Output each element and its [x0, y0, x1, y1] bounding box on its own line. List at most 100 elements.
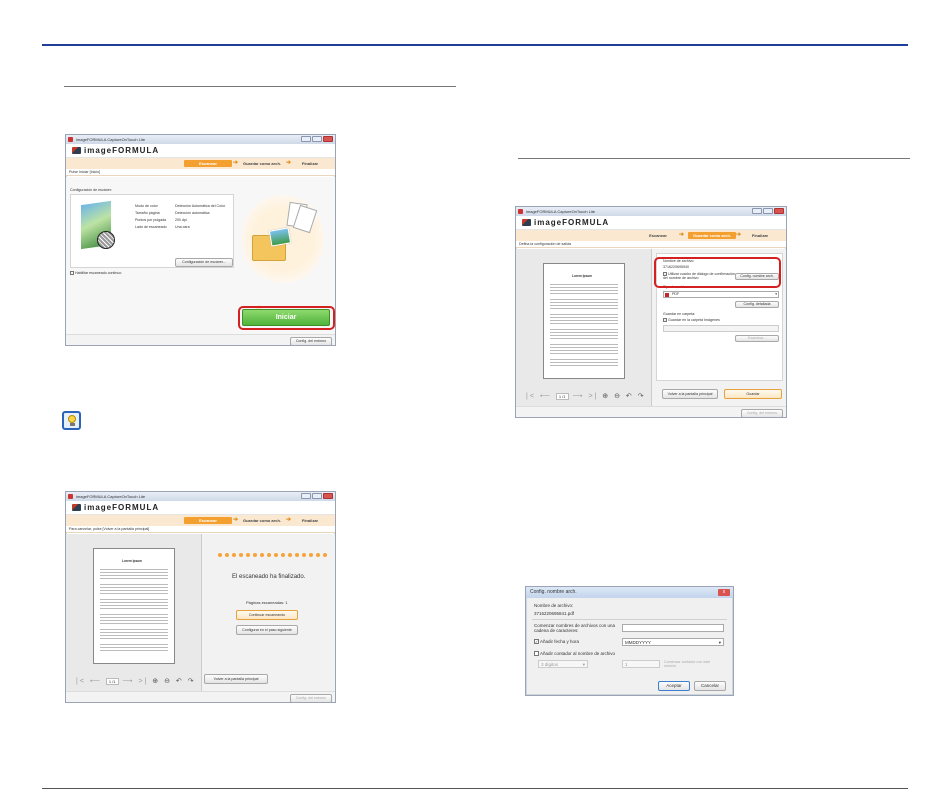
back-main-button[interactable]: Volver a la pantalla principal [662, 389, 718, 399]
dialog-filename-label: Nombre de archivo: [534, 603, 574, 608]
close-icon[interactable] [323, 493, 333, 499]
brand-logo: imageFORMULA [534, 218, 610, 227]
pages-scanned-value: 1 [285, 600, 288, 605]
save-pictures-checkbox[interactable]: Guardar en la carpeta Imágenes [663, 318, 720, 323]
folder-path-input[interactable] [663, 325, 779, 332]
counter-start-input[interactable]: 1 [622, 660, 660, 668]
ok-button[interactable]: Aceptar [658, 681, 690, 691]
minimize-icon[interactable] [301, 493, 311, 499]
config-heading: Configuración de escáner: [70, 188, 112, 192]
separator [532, 619, 727, 620]
date-format-value: MMDDYYYY [625, 640, 652, 645]
highlight-filename-settings [654, 257, 781, 288]
digits-select[interactable]: 3 dígitos ▾ [538, 660, 588, 668]
maximize-icon[interactable] [312, 493, 322, 499]
maximize-icon[interactable] [763, 208, 773, 214]
date-format-select[interactable]: MMDDYYYY ▾ [622, 638, 724, 646]
arrow-right-icon: ➔ [679, 232, 685, 238]
page-input[interactable]: 1 /1 [555, 393, 569, 400]
step-finish: Finalizar [301, 518, 319, 523]
next-step-button[interactable]: Configurar en el paso siguiente [236, 625, 298, 635]
browse-button[interactable]: Examinar... [735, 335, 779, 342]
section-rule-right [518, 158, 910, 159]
page-bottom-rule [42, 788, 908, 789]
step-save: Guardar como arch. [242, 161, 281, 166]
minimize-icon[interactable] [752, 208, 762, 214]
close-icon[interactable] [323, 136, 333, 142]
setting-label: Modo de color [135, 204, 158, 208]
scanner-config-button[interactable]: Configuración de escáner... [175, 258, 233, 267]
doc-title: Lorem Ipsum [122, 559, 143, 563]
save-pictures-label: Guardar en la carpeta Imágenes [668, 318, 720, 322]
date-checkbox-label: Añadir fecha y hora [540, 639, 580, 644]
date-checkbox[interactable]: ✓ Añadir fecha y hora [534, 639, 580, 645]
checkbox-icon[interactable]: ✓ [534, 639, 539, 645]
save-in-label: Guardar en carpeta: [663, 312, 696, 316]
save-settings-window: imageFORMULA CaptureOnTouch Lite imageFO… [515, 206, 787, 418]
continue-scan-button[interactable]: Continuar escaneando [236, 610, 298, 620]
brand-logo-icon [522, 219, 531, 226]
document-preview: Lorem Ipsum [543, 263, 625, 379]
step-bar: Escanear ➔ Guardar como arch. ➔ Finaliza… [516, 230, 786, 241]
logo-bar: imageFORMULA [66, 144, 335, 158]
brand-logo-icon [72, 147, 81, 154]
checkbox-icon[interactable] [663, 318, 667, 323]
step-bar: Escanear ➔ Guardar como arch. ➔ Finaliza… [66, 158, 335, 169]
window-titlebar: imageFORMULA CaptureOnTouch Lite [516, 207, 786, 216]
app-icon [68, 494, 73, 499]
step-scan: Escanear [184, 160, 232, 167]
preview-toolbar: |< ⟵ 1 /1 ⟶ >| ⊕ ⊖ ↶ ↷ [526, 393, 646, 400]
window-title: imageFORMULA CaptureOnTouch Lite [526, 209, 596, 214]
save-button[interactable]: Guardar [724, 389, 782, 399]
config-panel: Modo de color Detección Automática del C… [70, 194, 234, 268]
color-detect-icon [97, 231, 115, 249]
continuous-checkbox[interactable]: Habilitar escaneado continuo [70, 271, 121, 276]
dialog-title: Config. nombre arch. [530, 589, 577, 595]
env-config-button[interactable]: Config. del entorno [290, 694, 332, 702]
window-titlebar: imageFORMULA CaptureOnTouch Lite [66, 135, 335, 144]
arrow-right-icon: ➔ [286, 517, 292, 523]
setting-label: Lado de escaneado [135, 225, 167, 229]
dialog-filename-value: 3716220695841.pdf [534, 611, 575, 616]
brand-logo: imageFORMULA [84, 503, 160, 512]
window-title: imageFORMULA CaptureOnTouch Lite [76, 137, 146, 142]
pages-scanned: Páginas escaneadas: 1 [246, 600, 288, 605]
prefix-input[interactable] [622, 624, 724, 632]
window-controls [301, 136, 333, 142]
close-icon[interactable]: x [718, 589, 730, 596]
maximize-icon[interactable] [312, 136, 322, 142]
cancel-button[interactable]: Cancelar [694, 681, 726, 691]
step-finish: Finalizar [301, 161, 319, 166]
checkbox-icon[interactable] [534, 651, 539, 657]
page-input[interactable]: 1 /1 [105, 678, 119, 685]
back-main-button[interactable]: Volver a la pantalla principal [204, 674, 268, 684]
lightbulb-icon [62, 411, 81, 430]
step-bar: Escanear ➔ Guardar como arch. ➔ Finaliza… [66, 515, 335, 526]
setting-label: Puntos por pulgada [135, 218, 167, 222]
env-config-button[interactable]: Config. del entorno [290, 337, 332, 345]
counter-checkbox-label: Añadir contador al nombre de archivo [540, 651, 616, 656]
logo-bar: imageFORMULA [66, 501, 335, 515]
brand-logo: imageFORMULA [84, 146, 160, 155]
brand-logo-icon [72, 504, 81, 511]
window-controls [752, 208, 784, 214]
detail-config-button[interactable]: Config. detallada [735, 301, 779, 308]
step-save: Guardar como arch. [688, 232, 736, 239]
step-scan: Escanear [649, 233, 667, 238]
checkbox-icon[interactable] [70, 271, 74, 276]
close-icon[interactable] [774, 208, 784, 214]
filetype-select[interactable]: PDF ▾ [663, 291, 779, 298]
step-finish: Finalizar [751, 233, 769, 238]
section-rule-left [64, 86, 456, 87]
chevron-down-icon: ▾ [718, 640, 721, 645]
instruction-text: Defina la configuración de salida [516, 241, 786, 248]
setting-value: Detección automática [175, 211, 210, 215]
preview-toolbar: |< ⟵ 1 /1 ⟶ >| ⊕ ⊖ ↶ ↷ [76, 678, 196, 685]
setting-value: Detección Automática del Color [175, 204, 226, 208]
env-config-button[interactable]: Config. del entorno [741, 409, 783, 417]
highlight-start-button [238, 306, 335, 330]
scan-illustration [242, 193, 324, 285]
counter-start-value: 1 [625, 662, 628, 667]
minimize-icon[interactable] [301, 136, 311, 142]
counter-checkbox[interactable]: Añadir contador al nombre de archivo [534, 651, 616, 657]
